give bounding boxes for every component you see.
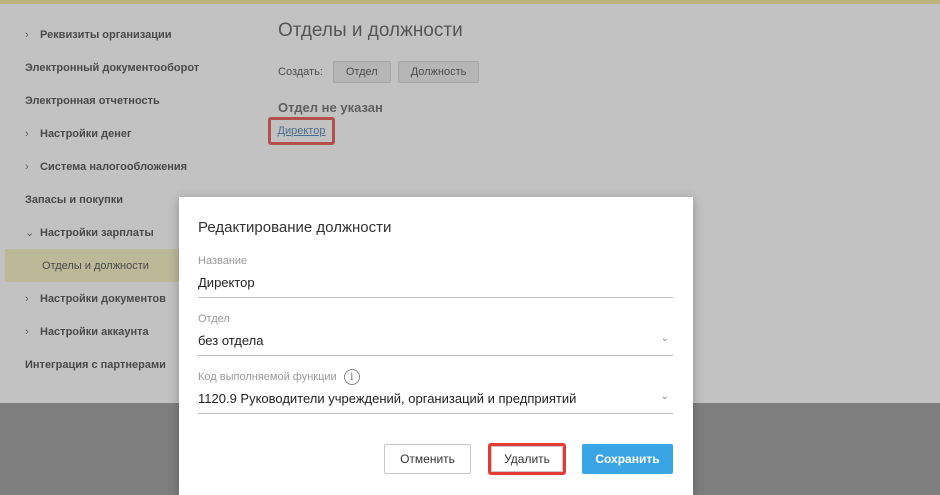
function-code-value: 1120.9 Руководители учреждений, организа… xyxy=(198,391,577,406)
function-code-field: Код выполняемой функции i 1120.9 Руковод… xyxy=(198,369,673,414)
chevron-down-icon: ⌄ xyxy=(660,391,669,402)
dialog-title: Редактирование должности xyxy=(198,219,392,236)
department-value: без отдела xyxy=(198,333,264,348)
delete-button[interactable]: Удалить xyxy=(491,446,563,472)
delete-button-highlight: Удалить xyxy=(488,443,566,475)
name-field: Название Директор xyxy=(198,255,673,298)
name-label: Название xyxy=(198,255,248,267)
chevron-down-icon: ⌄ xyxy=(660,333,669,344)
department-select[interactable]: без отдела ⌄ xyxy=(198,333,673,356)
function-code-label-row: Код выполняемой функции i xyxy=(198,369,673,385)
info-icon[interactable]: i xyxy=(343,369,360,385)
function-code-select[interactable]: 1120.9 Руководители учреждений, организа… xyxy=(198,391,673,414)
department-label: Отдел xyxy=(198,313,230,325)
cancel-button[interactable]: Отменить xyxy=(384,444,471,474)
department-field: Отдел без отдела ⌄ xyxy=(198,313,673,356)
edit-position-dialog: Редактирование должности Название Директ… xyxy=(179,197,693,495)
function-code-label: Код выполняемой функции xyxy=(198,371,337,383)
name-input[interactable]: Директор xyxy=(198,275,673,298)
save-button[interactable]: Сохранить xyxy=(582,444,673,474)
